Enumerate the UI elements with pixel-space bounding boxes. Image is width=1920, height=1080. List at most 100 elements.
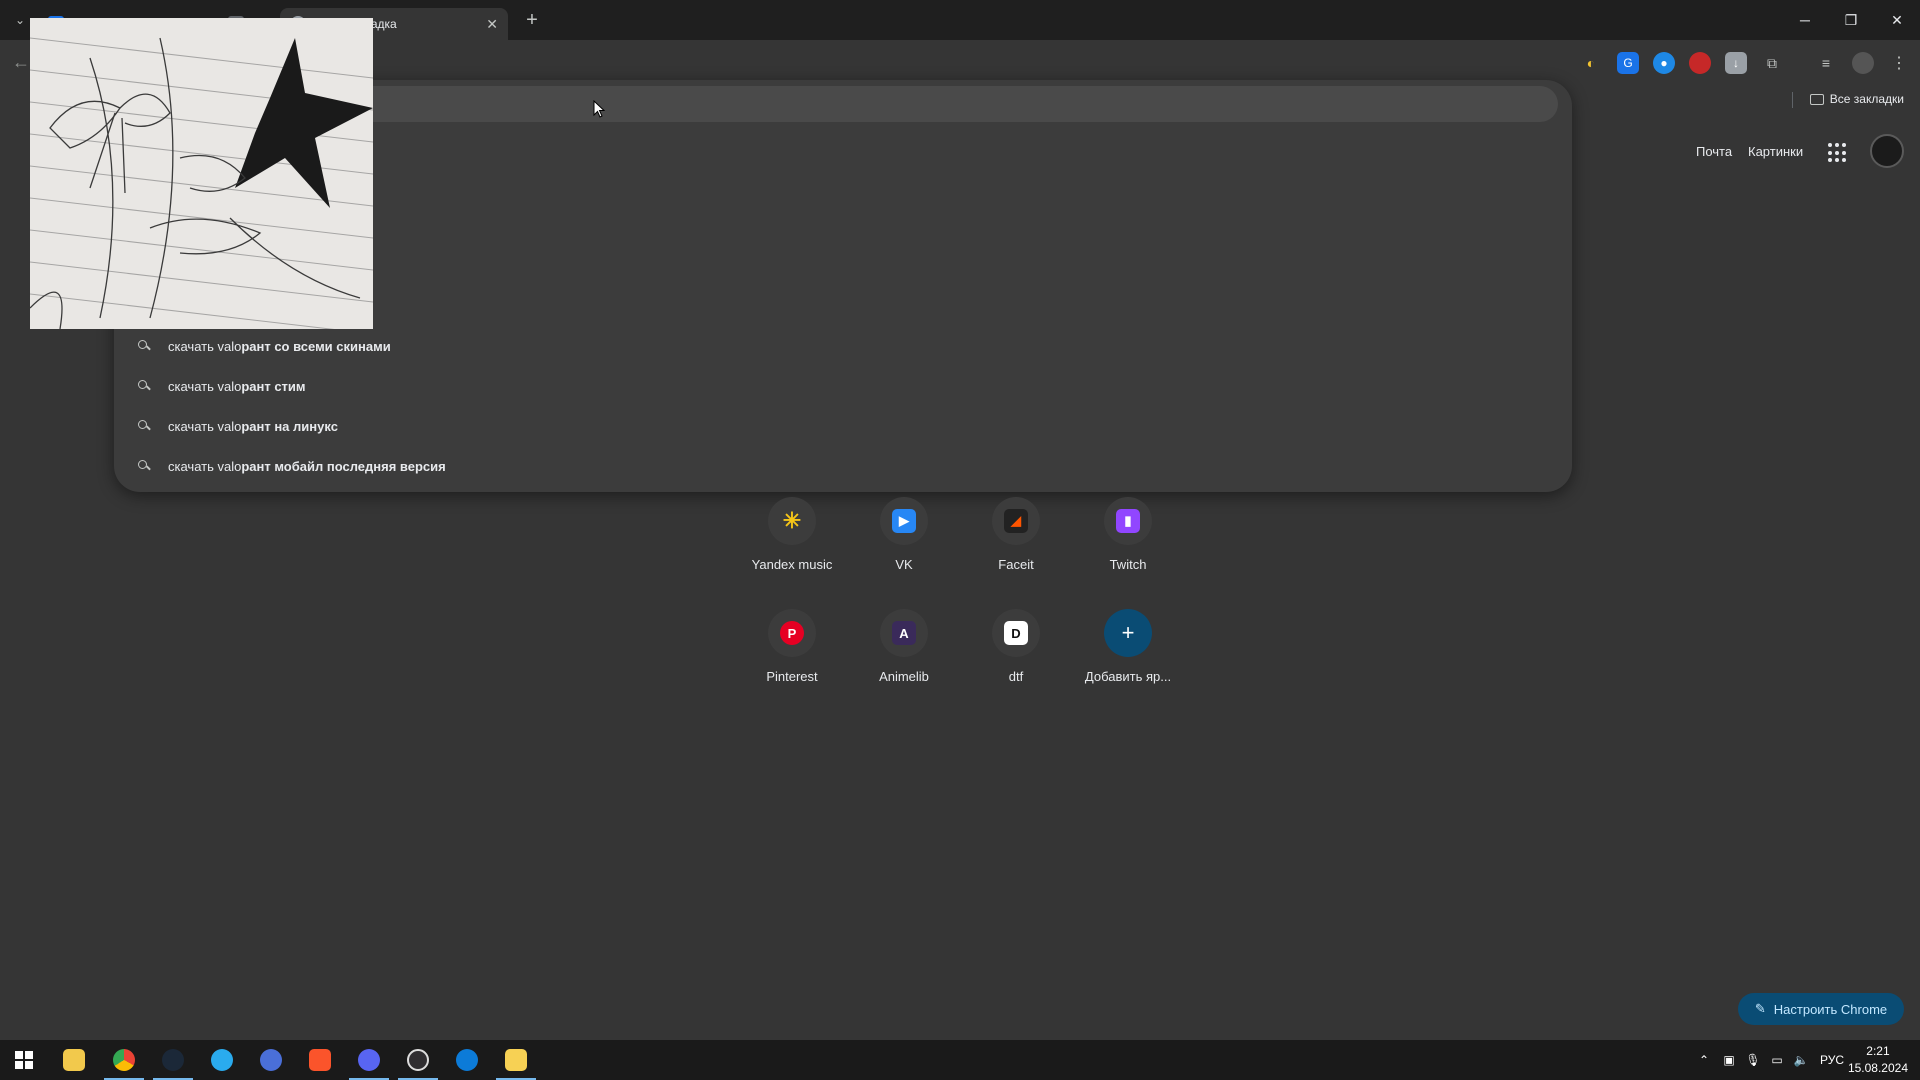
customize-chrome-button[interactable]: ✎ Настроить Chrome — [1738, 993, 1904, 1025]
yandex-music-icon: ✳ — [782, 508, 802, 533]
shortcut-label: Twitch — [1109, 557, 1147, 572]
taskbar-discord[interactable] — [345, 1040, 393, 1080]
images-link[interactable]: Картинки — [1748, 144, 1803, 159]
extension-icon[interactable] — [1689, 52, 1711, 74]
reading-list-icon[interactable]: ≡ — [1815, 52, 1837, 74]
menu-dots-icon[interactable]: ⋮ — [1888, 52, 1910, 74]
network-icon[interactable]: ▭ — [1766, 1040, 1788, 1080]
shortcut-yandex-music[interactable]: ✳ Yandex music — [736, 497, 848, 593]
mail-link[interactable]: Почта — [1696, 144, 1732, 159]
shortcut-icon-container: + — [1104, 609, 1152, 657]
start-button[interactable] — [0, 1040, 48, 1080]
restore-icon[interactable]: ❐ — [1828, 0, 1874, 40]
shortcut-icon-container: ▮ — [1104, 497, 1152, 545]
discord-icon — [358, 1049, 380, 1071]
taskbar-obs[interactable] — [394, 1040, 442, 1080]
suggestion-item[interactable]: скачать valo рант мобайл последняя версия — [114, 446, 1572, 486]
show-hidden-icons[interactable]: ⌃ — [1694, 1040, 1714, 1080]
puzzle-icon[interactable]: ⧉ — [1761, 52, 1783, 74]
search-icon — [136, 418, 152, 434]
suggestion-item[interactable]: скачать valo рант со всеми скинами — [114, 326, 1572, 366]
app-icon — [505, 1049, 527, 1071]
close-window-icon[interactable]: ✕ — [1874, 0, 1920, 40]
clock-date: 15.08.2024 — [1847, 1061, 1908, 1075]
minimize-icon[interactable]: ─ — [1782, 0, 1828, 40]
suggestion-completion: рант со всеми скинами — [241, 338, 391, 354]
search-icon — [136, 458, 152, 474]
clock[interactable]: 2:21 15.08.2024 — [1848, 1043, 1908, 1077]
suggestion-item[interactable]: скачать valo рант стим — [114, 366, 1572, 406]
taskbar-app[interactable] — [492, 1040, 540, 1080]
pinterest-icon: P — [780, 621, 804, 645]
shortcut-add[interactable]: + Добавить яр... — [1072, 609, 1184, 705]
shortcut-faceit[interactable]: ◢ Faceit — [960, 497, 1072, 593]
clock-time: 2:21 — [1866, 1044, 1890, 1058]
volume-icon[interactable]: 🔈 — [1790, 1040, 1812, 1080]
download-icon[interactable]: ↓ — [1725, 52, 1747, 74]
shortcut-label: Animelib — [879, 669, 929, 684]
taskbar-chrome[interactable] — [100, 1040, 148, 1080]
microphone-icon[interactable]: 🎙 — [1742, 1040, 1764, 1080]
google-apps-icon[interactable] — [1828, 143, 1848, 163]
all-bookmarks-button[interactable]: Все закладки — [1809, 92, 1904, 106]
extension-icon[interactable]: ◐ — [1580, 52, 1602, 74]
suggestion-typed: скачать valo — [168, 418, 242, 434]
translate-icon[interactable]: G — [1617, 52, 1639, 74]
suggestion-completion: рант на линукс — [241, 418, 338, 434]
shortcut-label: VK — [895, 557, 913, 572]
taskbar-app[interactable] — [247, 1040, 295, 1080]
shortcut-pinterest[interactable]: P Pinterest — [736, 609, 848, 705]
windows-logo-icon — [15, 1051, 33, 1069]
customize-label: Настроить Chrome — [1773, 1001, 1888, 1017]
tray-app-icon[interactable]: ▣ — [1718, 1040, 1740, 1080]
taskbar-telegram[interactable] — [198, 1040, 246, 1080]
shortcut-twitch[interactable]: ▮ Twitch — [1072, 497, 1184, 593]
language-indicator[interactable]: РУС — [1818, 1040, 1846, 1080]
app-icon — [260, 1049, 282, 1071]
telegram-icon — [211, 1049, 233, 1071]
mouse-cursor-icon — [593, 100, 605, 118]
shortcut-label: Faceit — [998, 557, 1034, 572]
shortcut-icon-container: A — [880, 609, 928, 657]
suggestion-typed: скачать valo — [168, 338, 242, 354]
shortcut-dtf[interactable]: D dtf — [960, 609, 1072, 705]
all-bookmarks-label: Все закладки — [1829, 92, 1904, 106]
search-icon — [136, 378, 152, 394]
shortcut-icon-container: D — [992, 609, 1040, 657]
shortcut-icon-container: ◢ — [992, 497, 1040, 545]
plus-icon: + — [1121, 620, 1135, 645]
shortcut-icon-container: ✳ — [768, 497, 816, 545]
shortcut-label: Добавить яр... — [1084, 669, 1172, 684]
obs-icon — [407, 1049, 429, 1071]
pencil-icon: ✎ — [1754, 1001, 1766, 1016]
taskbar-brave[interactable] — [296, 1040, 344, 1080]
folder-icon — [63, 1049, 85, 1071]
new-tab-button[interactable]: + — [520, 8, 544, 32]
taskbar-explorer[interactable] — [50, 1040, 98, 1080]
folder-icon — [1809, 93, 1824, 105]
extension-icon[interactable]: ● — [1653, 52, 1675, 74]
dtf-icon: D — [1004, 621, 1028, 645]
vk-icon: ▶ — [892, 509, 916, 533]
taskbar-steam[interactable] — [149, 1040, 197, 1080]
suggestion-item[interactable]: скачать valo рант на линукс — [114, 406, 1572, 446]
account-avatar[interactable] — [1870, 134, 1904, 168]
taskbar-edge[interactable] — [443, 1040, 491, 1080]
close-tab-icon[interactable]: ✕ — [486, 16, 498, 33]
windows-taskbar: ⌃ ▣ 🎙 ▭ 🔈 РУС 2:21 15.08.2024 — [0, 1040, 1920, 1080]
shortcut-icon-container: ▶ — [880, 497, 928, 545]
suggestion-completion: рант стим — [241, 378, 306, 394]
profile-avatar[interactable] — [1852, 52, 1874, 74]
edge-icon — [456, 1049, 478, 1071]
back-arrow-icon[interactable]: ← — [12, 52, 30, 73]
shortcut-icon-container: P — [768, 609, 816, 657]
shortcut-vk[interactable]: ▶ VK — [848, 497, 960, 593]
tab-search-button[interactable]: ⌄ — [8, 8, 32, 32]
suggestion-completion: рант мобайл последняя версия — [241, 458, 446, 474]
twitch-icon: ▮ — [1116, 509, 1140, 533]
shortcut-label: Pinterest — [766, 669, 818, 684]
shield-icon — [309, 1049, 331, 1071]
suggestion-typed: скачать valo — [168, 458, 242, 474]
suggestion-typed: скачать valo — [168, 378, 242, 394]
shortcut-animelib[interactable]: A Animelib — [848, 609, 960, 705]
